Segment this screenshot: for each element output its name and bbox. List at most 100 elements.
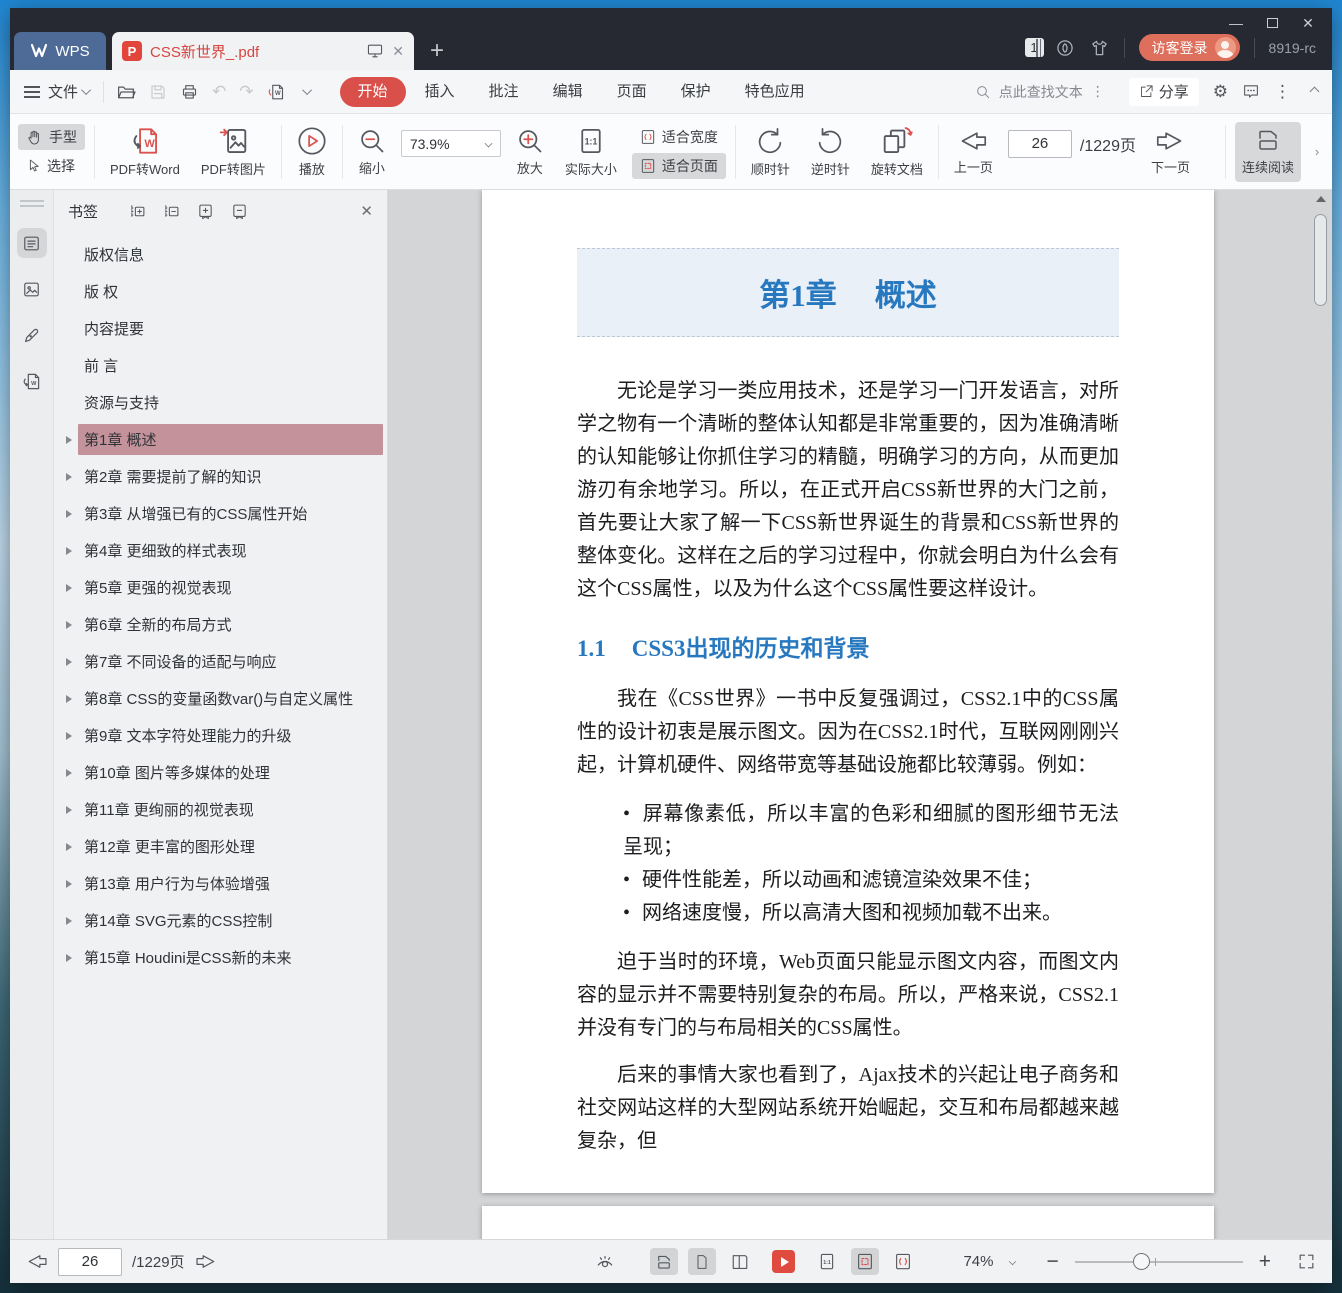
collapse-all-icon[interactable]	[163, 203, 180, 220]
bookmark-item[interactable]: 第2章 需要提前了解的知识	[54, 458, 387, 495]
bookmarks-close-icon[interactable]: ✕	[360, 202, 373, 220]
zoom-decrease-button[interactable]: −	[1046, 1251, 1058, 1272]
bookmark-item[interactable]: 版权信息	[54, 236, 387, 273]
page-number-input[interactable]	[1007, 129, 1072, 158]
status-fit-page-button[interactable]	[851, 1248, 880, 1275]
guest-login-button[interactable]: 访客登录	[1138, 34, 1240, 61]
rotate-document-button[interactable]: 旋转文档	[865, 124, 929, 180]
wps-home-tab[interactable]: WPS	[14, 32, 106, 70]
bookmark-item[interactable]: 第6章 全新的布局方式	[54, 606, 387, 643]
bookmark-expander-icon[interactable]	[66, 583, 72, 592]
status-zoom-value[interactable]: 74%	[963, 1253, 993, 1270]
bookmark-item[interactable]: 前 言	[54, 347, 387, 384]
zoom-slider-thumb[interactable]	[1132, 1252, 1150, 1270]
convert-panel-button[interactable]: W	[17, 366, 47, 396]
status-previous-page-icon[interactable]	[26, 1252, 48, 1271]
next-page-button[interactable]: 下一页	[1145, 126, 1196, 178]
bookmark-expander-icon[interactable]	[66, 953, 72, 962]
play-button[interactable]: 播放	[291, 124, 333, 180]
bookmark-item[interactable]: 第10章 图片等多媒体的处理	[54, 754, 387, 791]
scrollbar-thumb[interactable]	[1314, 214, 1327, 306]
redo-icon[interactable]: ↷	[239, 82, 253, 102]
bookmark-item[interactable]: 第13章 用户行为与体验增强	[54, 865, 387, 902]
bookmark-item[interactable]: 第12章 更丰富的图形处理	[54, 828, 387, 865]
export-word-icon[interactable]: W	[267, 83, 286, 101]
bookmark-item[interactable]: 第1章 概述	[54, 421, 387, 458]
bookmark-expander-icon[interactable]	[66, 509, 72, 518]
settings-gear-icon[interactable]: ⚙	[1213, 82, 1228, 102]
panel-drag-handle[interactable]	[19, 200, 44, 202]
continuous-reading-button[interactable]: 连续阅读	[1235, 121, 1301, 182]
status-actual-size-button[interactable]: 1:1	[813, 1248, 841, 1275]
rotate-counterclockwise-button[interactable]: 逆时针	[805, 124, 856, 180]
save-icon[interactable]	[149, 83, 167, 101]
file-menu[interactable]: 文件	[48, 81, 78, 102]
ribbon-tab[interactable]: 开始	[339, 76, 406, 107]
toolbar-collapse-arrow[interactable]: ›	[1310, 144, 1324, 159]
print-icon[interactable]	[180, 83, 199, 101]
close-button[interactable]: ✕	[1290, 10, 1326, 36]
monitor-icon[interactable]	[366, 43, 384, 59]
bookmark-expander-icon[interactable]	[66, 694, 72, 703]
bookmark-item[interactable]: 第7章 不同设备的适配与响应	[54, 643, 387, 680]
bookmarks-panel-button[interactable]	[16, 228, 47, 258]
bookmark-item[interactable]: 第11章 更绚丽的视觉表现	[54, 791, 387, 828]
actual-size-button[interactable]: 1:1 实际大小	[559, 124, 623, 180]
bookmark-expander-icon[interactable]	[66, 916, 72, 925]
add-bookmark-icon[interactable]	[197, 203, 214, 220]
status-next-page-icon[interactable]	[195, 1252, 217, 1271]
two-page-view-button[interactable]	[726, 1248, 754, 1275]
bookmark-expander-icon[interactable]	[66, 435, 72, 444]
quick-access-chevron-icon[interactable]	[301, 85, 312, 96]
annotation-panel-button[interactable]	[17, 320, 47, 350]
file-menu-chevron-icon[interactable]	[81, 85, 92, 96]
minimize-button[interactable]: —	[1218, 10, 1254, 36]
zoom-increase-button[interactable]: +	[1259, 1251, 1271, 1272]
document-tab[interactable]: P CSS新世界_.pdf ✕	[112, 32, 414, 70]
ribbon-tab[interactable]: 保护	[666, 77, 726, 107]
status-fit-width-button[interactable]	[889, 1248, 917, 1275]
status-page-number-input[interactable]	[58, 1247, 122, 1276]
bookmark-item[interactable]: 第14章 SVG元素的CSS控制	[54, 902, 387, 939]
fit-page-button[interactable]: 适合页面	[631, 153, 726, 179]
eye-protection-icon[interactable]	[594, 1252, 616, 1272]
more-menu-icon[interactable]: ⋮	[1274, 82, 1291, 102]
rotate-clockwise-button[interactable]: 顺时针	[745, 124, 796, 180]
bookmark-item[interactable]: 第5章 更强的视觉表现	[54, 569, 387, 606]
seal-icon[interactable]	[1055, 38, 1075, 58]
zoom-in-button[interactable]: 放大	[510, 125, 550, 179]
single-page-view-button[interactable]	[688, 1248, 717, 1275]
ribbon-tab[interactable]: 特色应用	[730, 77, 820, 107]
comment-icon[interactable]	[1242, 83, 1260, 100]
share-button[interactable]: 分享	[1128, 77, 1199, 106]
pdf-to-word-button[interactable]: W PDF转Word	[104, 124, 186, 180]
bookmark-expander-icon[interactable]	[66, 546, 72, 555]
undo-icon[interactable]: ↶	[212, 82, 226, 102]
document-view[interactable]: 第1章 概述 无论是学习一类应用技术，还是学习一门开发语言，对所学之物有一个清晰…	[388, 190, 1332, 1239]
scrollbar-up-arrow[interactable]	[1315, 196, 1326, 202]
bookmark-expander-icon[interactable]	[66, 731, 72, 740]
bookmark-expander-icon[interactable]	[66, 472, 72, 481]
bookmark-item[interactable]: 第8章 CSS的变量函数var()与自定义属性	[54, 680, 387, 717]
ribbon-tab[interactable]: 页面	[602, 77, 662, 107]
bookmark-expander-icon[interactable]	[66, 805, 72, 814]
bookmark-expander-icon[interactable]	[66, 657, 72, 666]
find-more-icon[interactable]: ⋮	[1091, 83, 1105, 100]
bookmark-expander-icon[interactable]	[66, 768, 72, 777]
ribbon-tab[interactable]: 批注	[474, 77, 534, 107]
maximize-button[interactable]	[1254, 10, 1290, 36]
bookmark-item[interactable]: 资源与支持	[54, 384, 387, 421]
zoom-slider[interactable]	[1074, 1252, 1243, 1270]
continuous-view-button[interactable]	[650, 1248, 679, 1275]
bookmark-item[interactable]: 第4章 更细致的样式表现	[54, 532, 387, 569]
open-folder-icon[interactable]	[116, 83, 136, 101]
hand-tool-button[interactable]: 手型	[18, 124, 85, 150]
vertical-scrollbar[interactable]	[1312, 192, 1329, 1237]
new-tab-button[interactable]: +	[430, 39, 444, 63]
ribbon-tab[interactable]: 编辑	[538, 77, 598, 107]
tshirt-skin-icon[interactable]	[1089, 38, 1110, 58]
bookmark-item[interactable]: 第9章 文本字符处理能力的升级	[54, 717, 387, 754]
bookmark-expander-icon[interactable]	[66, 620, 72, 629]
status-play-button[interactable]	[772, 1250, 796, 1273]
pdf-to-image-button[interactable]: PDF转图片	[195, 124, 272, 180]
